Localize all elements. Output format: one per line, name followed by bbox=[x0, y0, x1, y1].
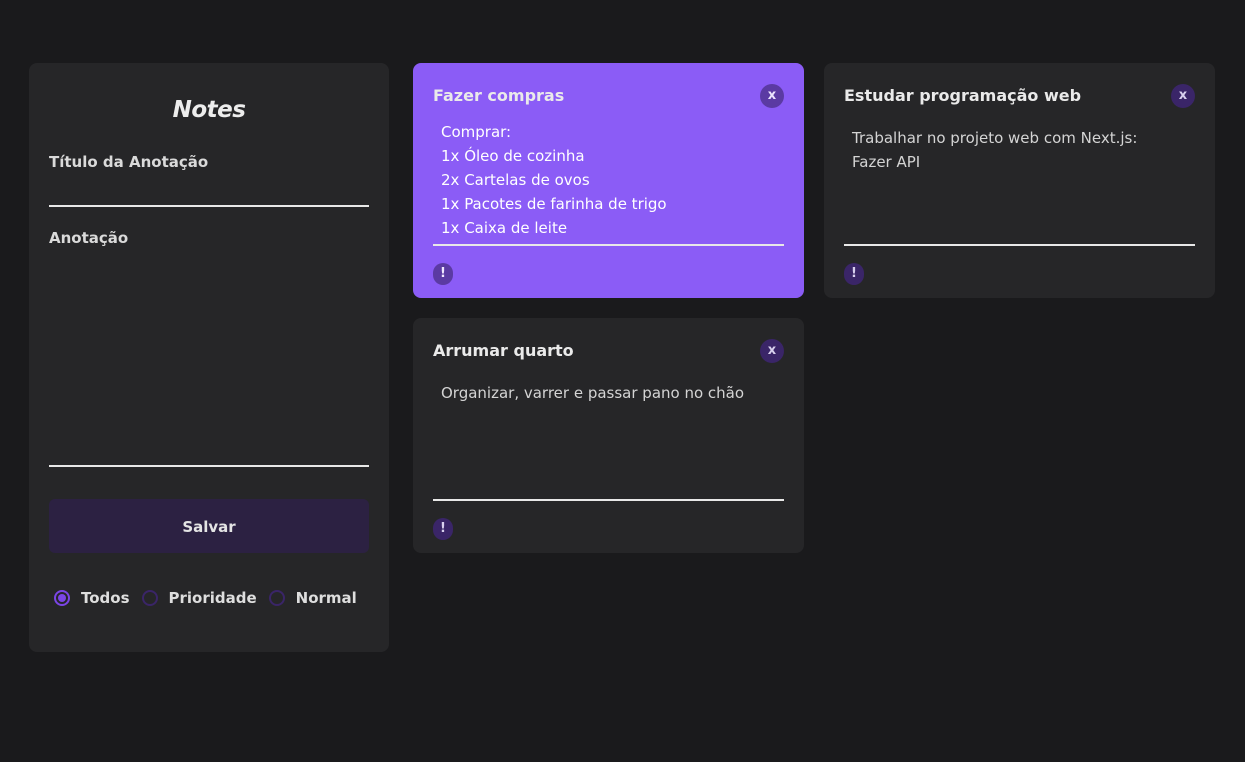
radio-button[interactable] bbox=[141, 590, 158, 606]
note-card: Fazer compras x Comprar: 1x Óleo de cozi… bbox=[413, 63, 804, 298]
filter-label-prioridade: Prioridade bbox=[168, 589, 257, 607]
app-title: Notes bbox=[172, 97, 246, 123]
note-form-panel: Notes Título da Anotação Anotação Salvar… bbox=[29, 63, 389, 652]
priority-toggle-button[interactable]: ! bbox=[433, 263, 453, 285]
note-divider bbox=[844, 244, 1195, 246]
priority-toggle-button[interactable]: ! bbox=[433, 518, 453, 540]
title-field-label: Título da Anotação bbox=[49, 153, 209, 171]
radio-button[interactable] bbox=[268, 590, 285, 606]
note-title: Fazer compras bbox=[433, 86, 565, 105]
note-divider bbox=[433, 244, 784, 246]
filter-option-todos[interactable]: Todos bbox=[54, 589, 130, 607]
filter-option-prioridade[interactable]: Prioridade bbox=[141, 589, 257, 607]
save-button[interactable]: Salvar bbox=[49, 499, 369, 553]
note-body[interactable]: Trabalhar no projeto web com Next.js: Fa… bbox=[852, 126, 1182, 174]
note-title: Estudar programação web bbox=[844, 86, 1082, 105]
note-body[interactable]: Comprar: 1x Óleo de cozinha 2x Cartelas … bbox=[441, 120, 771, 240]
note-field-label: Anotação bbox=[49, 229, 129, 247]
note-textarea[interactable] bbox=[49, 253, 369, 467]
title-input[interactable] bbox=[49, 178, 369, 207]
delete-note-button[interactable]: x bbox=[1171, 84, 1195, 108]
delete-note-button[interactable]: x bbox=[760, 84, 784, 108]
delete-note-button[interactable]: x bbox=[760, 339, 784, 363]
note-card: Arrumar quarto x Organizar, varrer e pas… bbox=[413, 318, 804, 553]
filter-label-normal: Normal bbox=[295, 589, 357, 607]
note-title: Arrumar quarto bbox=[433, 341, 574, 360]
note-card: Estudar programação web x Trabalhar no p… bbox=[824, 63, 1215, 298]
priority-toggle-button[interactable]: ! bbox=[844, 263, 864, 285]
note-body[interactable]: Organizar, varrer e passar pano no chão bbox=[441, 381, 771, 405]
filter-radio-group: Todos Prioridade Normal bbox=[54, 586, 369, 610]
note-divider bbox=[433, 499, 784, 501]
filter-option-normal[interactable]: Normal bbox=[268, 589, 357, 607]
filter-label-todos: Todos bbox=[81, 589, 130, 607]
radio-button-checked[interactable] bbox=[54, 590, 70, 606]
